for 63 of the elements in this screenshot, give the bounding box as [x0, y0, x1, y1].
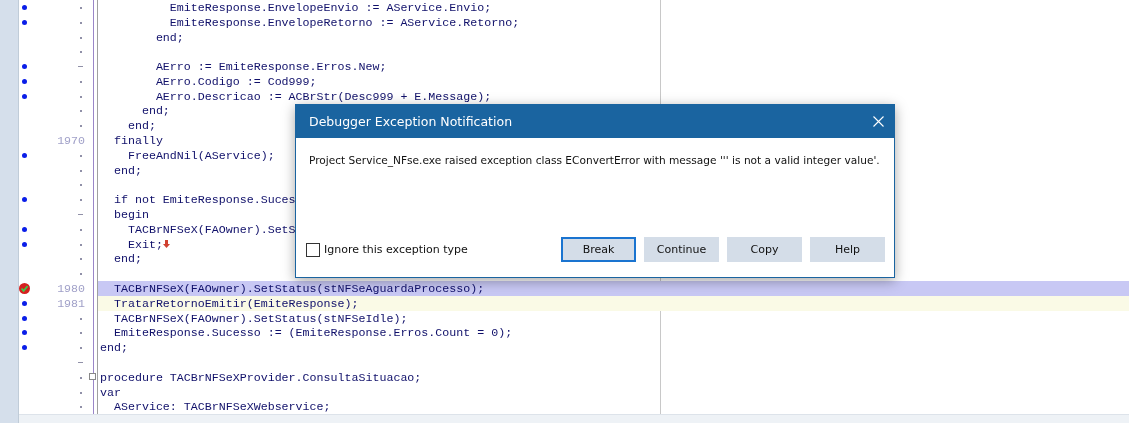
- line-mark: [78, 214, 83, 216]
- line-mark: [80, 154, 82, 157]
- ignore-checkbox[interactable]: [306, 242, 320, 257]
- code-line: TACBrNFSeX(FAOwner).SetStatus(stNFSeIdle);: [112, 310, 408, 326]
- code-line: end;: [126, 118, 156, 134]
- code-line: if not EmiteResponse.Suces: [112, 192, 296, 208]
- line-mark: [80, 273, 82, 276]
- line-mark: [80, 199, 82, 202]
- code-line: FreeAndNil(AService);: [126, 147, 275, 163]
- line-mark: [80, 258, 82, 261]
- code-line: TACBrNFSeX(FAOwner).SetS: [126, 221, 296, 237]
- code-line: EmiteResponse.Sucesso := (EmiteResponse.Erros.Count = 0);: [112, 325, 513, 341]
- code-line: end;: [140, 103, 170, 119]
- line-mark: [80, 243, 82, 246]
- line-mark: [80, 51, 82, 54]
- code-line: EmiteResponse.EnvelopeRetorno := AService.Retorno;: [168, 14, 520, 30]
- code-line: AService: TACBrNFSeXWebservice;: [112, 399, 331, 414]
- code-line: end;: [154, 29, 184, 45]
- line-mark: [80, 332, 82, 335]
- line-number: 1970: [57, 133, 85, 149]
- code-line: end;: [112, 162, 142, 178]
- line-mark: [80, 95, 82, 98]
- code-line: TratarRetornoEmitir(EmiteResponse);: [112, 295, 359, 311]
- code-line: end;: [112, 251, 142, 267]
- dialog-button[interactable]: Continue: [644, 237, 719, 262]
- horizontal-scrollbar[interactable]: [19, 414, 1129, 423]
- code-line: var: [99, 384, 121, 400]
- code-line: AErro.Codigo := Cod999;: [154, 73, 317, 89]
- line-mark: [80, 110, 82, 113]
- line-number: 1980: [57, 281, 85, 297]
- line-mark: [80, 80, 82, 83]
- line-mark: [80, 169, 82, 172]
- code-line: Exit;: [126, 236, 163, 252]
- code-line: end;: [99, 340, 128, 356]
- code-line: finally: [112, 133, 163, 149]
- line-mark: [80, 36, 82, 39]
- code-line: AErro.Descricao := ACBrStr(Desc999 + E.Message);: [154, 88, 492, 104]
- exception-message: Project Service_NFse.exe raised exception class EConvertError with message ''' is not a valid integer value'.: [308, 153, 881, 169]
- line-mark: [80, 406, 82, 409]
- line-mark: [80, 228, 82, 231]
- line-mark: [80, 391, 82, 394]
- code-line: begin: [112, 207, 149, 223]
- line-number: 1981: [57, 295, 85, 311]
- line-mark: [80, 184, 82, 187]
- dialog-title: Debugger Exception Notification: [309, 114, 513, 129]
- line-mark: [80, 6, 82, 9]
- checkbox-label[interactable]: Ignore this exception type: [324, 243, 468, 256]
- dialog-button[interactable]: Help: [810, 237, 885, 262]
- code-line: procedure TACBrNFSeXProvider.ConsultaSituacao;: [99, 369, 422, 385]
- line-mark: [80, 347, 82, 350]
- dialog-button[interactable]: Copy: [727, 237, 802, 262]
- line-mark: [78, 362, 83, 364]
- line-mark: [80, 125, 82, 128]
- line-mark: [80, 317, 82, 320]
- fold-toggle-icon[interactable]: [89, 372, 96, 380]
- line-mark: [80, 376, 82, 379]
- line-mark: [80, 21, 82, 24]
- code-line: EmiteResponse.EnvelopeEnvio := AService.Envio;: [168, 0, 492, 15]
- code-line: TACBrNFSeX(FAOwner).SetStatus(stNFSeAguardaProcesso);: [112, 281, 485, 297]
- close-icon[interactable]: [873, 116, 884, 127]
- line-mark: [78, 66, 83, 68]
- code-line: AErro := EmiteResponse.Erros.New;: [154, 59, 387, 75]
- dialog-button[interactable]: Break: [561, 237, 636, 262]
